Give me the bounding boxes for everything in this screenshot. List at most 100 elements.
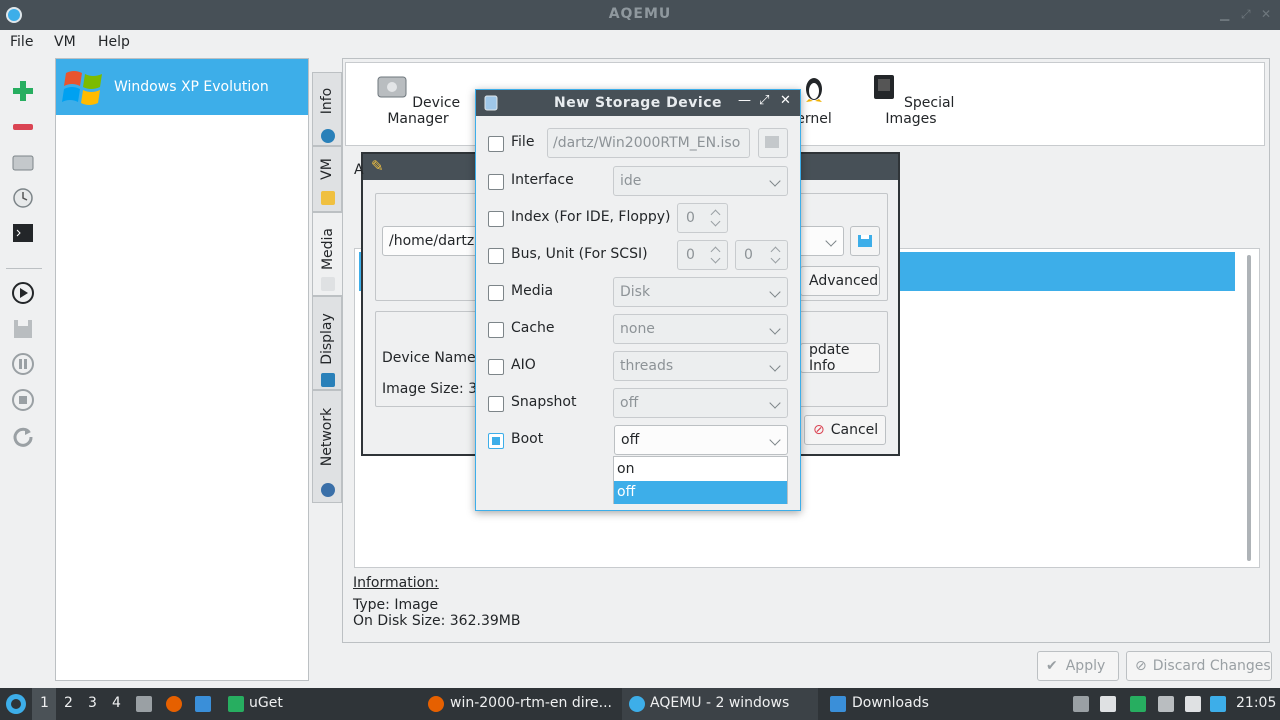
aio-combo[interactable]: threads: [613, 351, 788, 381]
cancel-icon: ⊘: [813, 422, 825, 438]
volume-icon[interactable]: [1100, 696, 1116, 712]
save-icon: [765, 136, 779, 148]
tab-vm[interactable]: VM: [312, 146, 342, 212]
file-checkbox[interactable]: [488, 136, 504, 152]
update-info-button[interactable]: pdate Info: [800, 342, 880, 374]
tray-disk-icon[interactable]: [1073, 696, 1089, 712]
dialog-titlebar: New Storage Device — ⤢ ✕: [476, 90, 800, 116]
clipboard-icon[interactable]: [1158, 696, 1174, 712]
side-tabs: Info VM Media Display Network: [312, 58, 342, 503]
minimize-icon[interactable]: ▁: [1220, 7, 1229, 21]
cancel-button[interactable]: ⊘ Cancel: [804, 415, 886, 445]
terminal-icon[interactable]: [10, 220, 36, 246]
advanced-button[interactable]: Advanced: [800, 266, 880, 296]
menu-vm[interactable]: VM: [54, 34, 76, 50]
chip-icon: [873, 75, 894, 99]
device-list-scrollbar[interactable]: [1247, 255, 1251, 561]
vm-list-item[interactable]: Windows XP Evolution: [56, 59, 308, 115]
folder-icon: [830, 696, 846, 712]
aio-row: AIO threads: [488, 351, 788, 381]
special-images-button[interactable]: Special Images: [846, 63, 976, 127]
maximize-icon[interactable]: ⤢: [1241, 7, 1251, 22]
stop-vm-icon[interactable]: [10, 387, 36, 413]
workspace-2[interactable]: 2: [64, 695, 73, 711]
menu-help[interactable]: Help: [98, 34, 130, 50]
task-downloads[interactable]: Downloads: [852, 695, 929, 711]
boot-checkbox[interactable]: [488, 433, 504, 449]
snapshot-combo[interactable]: off: [613, 388, 788, 418]
display-tray-icon[interactable]: [1185, 696, 1201, 712]
toolbar-separator: [6, 268, 42, 269]
file-path-field[interactable]: /dartz/Win2000RTM_EN.iso: [547, 128, 750, 158]
boot-option-on[interactable]: on: [614, 458, 787, 481]
tray-uget-icon[interactable]: [1130, 696, 1146, 712]
cache-combo[interactable]: none: [613, 314, 788, 344]
interface-checkbox[interactable]: [488, 174, 504, 190]
new-storage-device-dialog: New Storage Device — ⤢ ✕ File /dartz/Win…: [475, 89, 801, 511]
windows-logo-icon: [62, 71, 102, 105]
file-browse-button[interactable]: [758, 128, 788, 158]
browse-button[interactable]: [850, 226, 880, 256]
add-vm-icon[interactable]: [10, 78, 36, 104]
dialog-minimize-icon[interactable]: —: [738, 93, 751, 108]
interface-combo[interactable]: ide: [613, 166, 788, 196]
firefox-icon[interactable]: [166, 696, 182, 712]
uget-icon[interactable]: [228, 696, 244, 712]
start-menu-icon[interactable]: [5, 693, 27, 715]
snapshot-checkbox[interactable]: [488, 396, 504, 412]
edit-icon: ✎: [371, 157, 384, 175]
hard-disk-icon[interactable]: [10, 149, 36, 175]
dialog-close-icon[interactable]: ✕: [780, 93, 791, 108]
save-icon: [858, 235, 872, 247]
workspace-1[interactable]: 1: [40, 695, 49, 711]
vm-list: Windows XP Evolution: [55, 58, 309, 681]
media-row: Media Disk: [488, 277, 788, 307]
path-combo[interactable]: /home/dartz: [382, 226, 478, 256]
tab-info[interactable]: Info: [312, 72, 342, 146]
index-checkbox[interactable]: [488, 211, 504, 227]
device-manager-button[interactable]: Device Manager: [358, 63, 478, 127]
save-vm-icon[interactable]: [10, 316, 36, 342]
desktop-icon[interactable]: [195, 696, 211, 712]
boot-combo[interactable]: off: [614, 425, 788, 455]
pause-vm-icon[interactable]: [10, 351, 36, 377]
file-manager-icon[interactable]: [136, 696, 152, 712]
workspace-3[interactable]: 3: [88, 695, 97, 711]
apply-button[interactable]: ✔ Apply: [1037, 651, 1119, 681]
boot-row: Boot off: [488, 425, 788, 455]
menu-file[interactable]: File: [10, 34, 33, 50]
workspace-4[interactable]: 4: [112, 695, 121, 711]
tab-display[interactable]: Display: [312, 296, 342, 390]
start-vm-icon[interactable]: [10, 280, 36, 306]
index-spinbox[interactable]: 0: [677, 203, 728, 233]
notifications-icon[interactable]: [1210, 696, 1226, 712]
discard-changes-button[interactable]: ⊘ Discard Changes: [1126, 651, 1272, 681]
boot-option-off[interactable]: off: [614, 481, 787, 504]
media-combo[interactable]: Disk: [613, 277, 788, 307]
index-row: Index (For IDE, Floppy) 0: [488, 203, 788, 233]
tab-media[interactable]: Media: [312, 212, 342, 296]
task-firefox[interactable]: win-2000-rtm-en dire...: [450, 695, 612, 711]
tools-icon: [321, 191, 335, 205]
bus-unit-checkbox[interactable]: [488, 248, 504, 264]
boot-dropdown-list: on off: [613, 456, 788, 504]
aio-checkbox[interactable]: [488, 359, 504, 375]
interface-row: Interface ide: [488, 166, 788, 196]
tab-network[interactable]: Network: [312, 390, 342, 503]
task-uget[interactable]: uGet: [249, 695, 283, 711]
clock-icon[interactable]: [10, 185, 36, 211]
info-icon: [321, 129, 335, 143]
unit-spinbox[interactable]: 0: [735, 240, 788, 270]
clock: 21:05: [1236, 695, 1277, 711]
vm-name: Windows XP Evolution: [114, 79, 269, 95]
close-icon[interactable]: ✕: [1261, 7, 1271, 21]
reset-vm-icon[interactable]: [10, 423, 36, 449]
cancel-circle-icon: ⊘: [1135, 658, 1147, 674]
dialog-maximize-icon[interactable]: ⤢: [759, 93, 769, 108]
cache-checkbox[interactable]: [488, 322, 504, 338]
media-icon: [321, 277, 335, 291]
bus-spinbox[interactable]: 0: [677, 240, 728, 270]
media-checkbox[interactable]: [488, 285, 504, 301]
remove-vm-icon[interactable]: [10, 114, 36, 140]
task-aqemu[interactable]: AQEMU - 2 windows: [650, 695, 789, 711]
